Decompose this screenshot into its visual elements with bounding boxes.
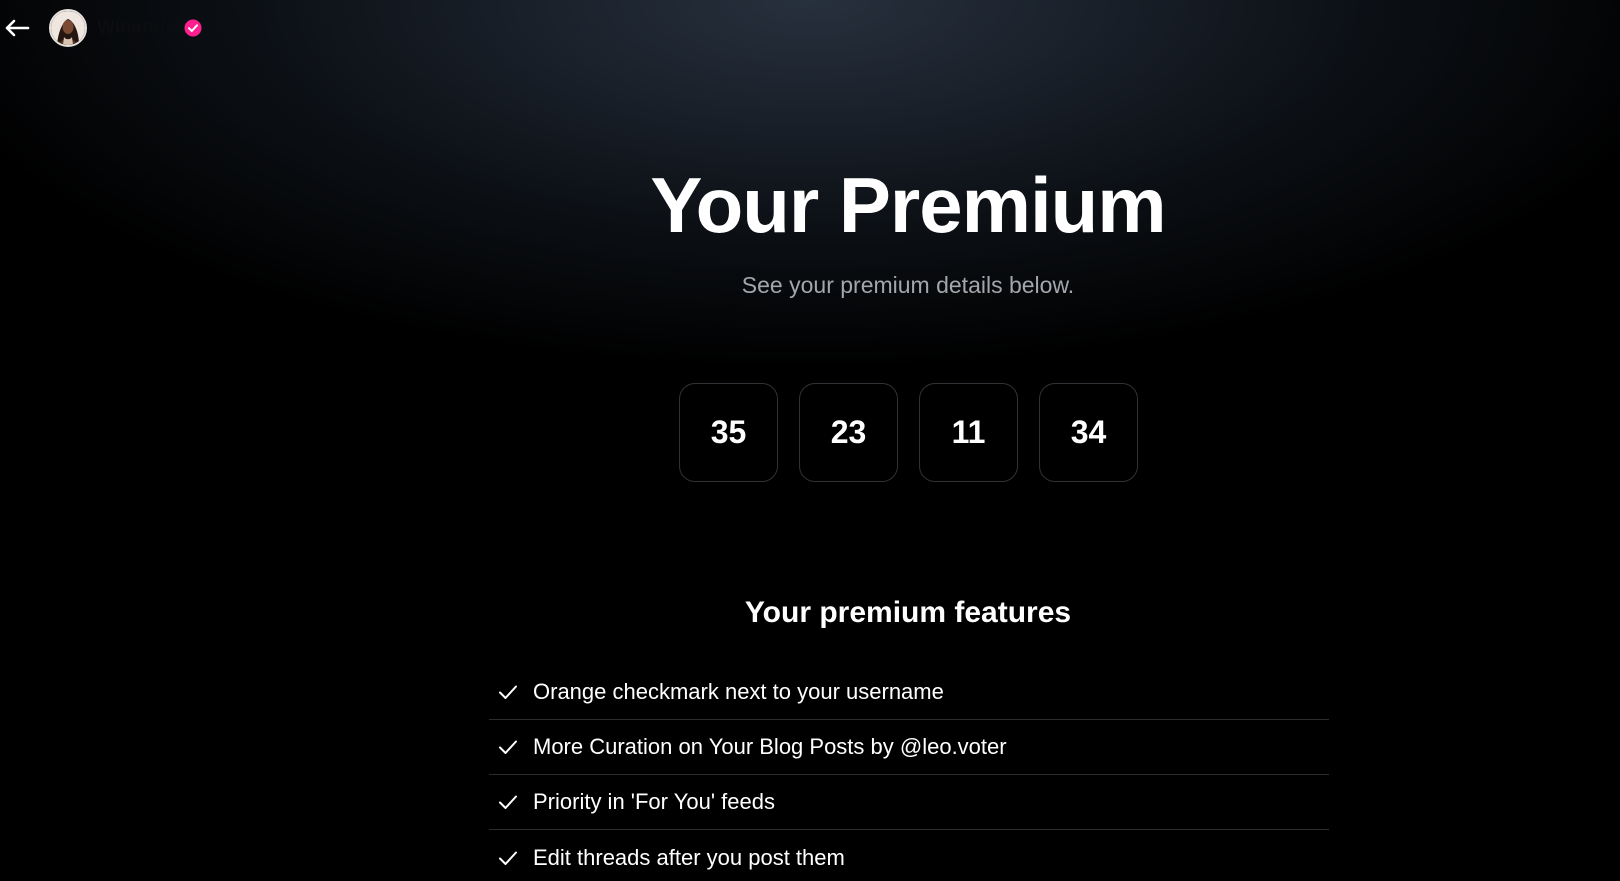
countdown-box: 23 [799,383,898,482]
back-button[interactable] [2,13,32,43]
checkmark-icon [497,681,519,703]
arrow-left-icon [5,19,30,37]
premium-page: Winanda Your Premium See your premium de… [0,0,1620,881]
avatar[interactable] [49,9,87,47]
page-title: Your Premium [650,161,1166,249]
avatar-image [51,11,85,45]
countdown-box: 35 [679,383,778,482]
countdown-box: 11 [919,383,1018,482]
features-heading: Your premium features [744,596,1072,629]
feature-label: More Curation on Your Blog Posts by @leo… [533,734,1007,759]
countdown-timer: 35 23 11 34 [679,383,1138,482]
features-list: Orange checkmark next to your username M… [489,665,1329,881]
feature-label: Edit threads after you post them [533,844,845,870]
feature-item: Edit threads after you post them [489,830,1329,881]
feature-label: Orange checkmark next to your username [533,679,944,704]
checkmark-icon [497,791,519,813]
verified-check-icon [184,19,202,37]
feature-label: Priority in 'For You' feeds [533,789,775,814]
feature-item: Orange checkmark next to your username [489,665,1329,720]
countdown-box: 34 [1039,383,1138,482]
feature-item: Priority in 'For You' feeds [489,775,1329,830]
checkmark-icon [497,736,519,758]
page-subtitle: See your premium details below. [741,272,1075,298]
feature-item: More Curation on Your Blog Posts by @leo… [489,720,1329,775]
top-bar: Winanda [0,8,202,48]
checkmark-icon [497,847,519,869]
username[interactable]: Winanda [97,17,176,39]
